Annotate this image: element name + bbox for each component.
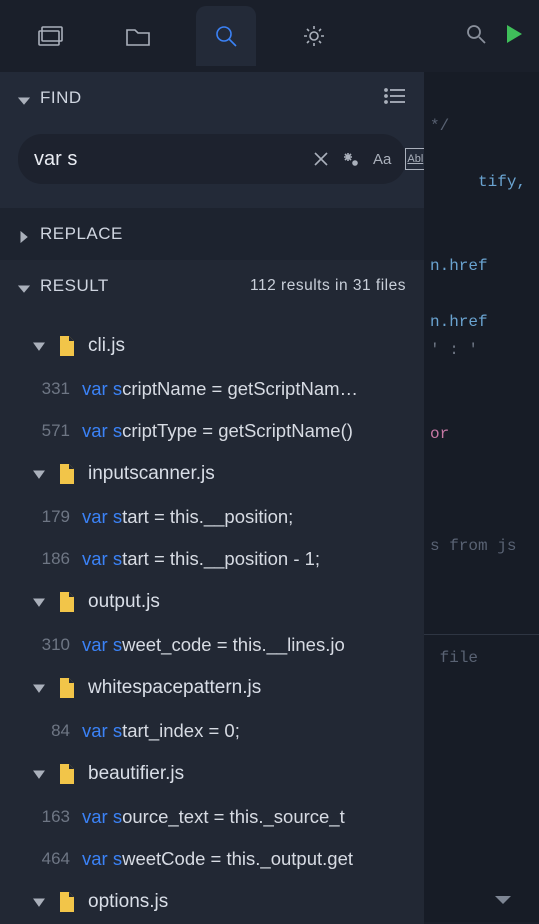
match-row[interactable]: 186 var start = this.__position - 1; [0,538,424,580]
line-number: 186 [32,549,70,569]
line-number: 179 [32,507,70,527]
match-row[interactable]: 84 var start_index = 0; [0,710,424,752]
match-code: var start_index = 0; [82,720,424,742]
editor-divider [424,634,539,635]
find-in-file-icon[interactable] [465,23,487,50]
match-code: var sweetCode = this._output.get [82,848,424,870]
line-number: 331 [32,379,70,399]
dropdown-icon[interactable] [495,896,511,904]
result-header[interactable]: RESULT 112 results in 31 files [0,260,424,312]
match-code: var scriptType = getScriptName() [82,420,424,442]
match-case-toggle[interactable]: Aa [373,148,391,170]
search-panel: FIND Aa Abl REPLACE RESULT 112 [0,72,424,924]
top-toolbar [0,0,539,72]
line-number: 163 [32,807,70,827]
file-name: inputscanner.js [88,463,215,485]
chevron-right-icon [18,228,30,240]
match-row[interactable]: 464 var sweetCode = this._output.get [0,838,424,880]
file-row[interactable]: whitespacepattern.js [0,666,424,710]
search-tab[interactable] [196,6,256,66]
match-row[interactable]: 179 var start = this.__position; [0,496,424,538]
files-tab[interactable] [108,6,168,66]
file-icon [58,891,76,913]
file-icon [58,763,76,785]
editor-right-icons [465,23,523,50]
match-code: var start = this.__position - 1; [82,548,424,570]
editor-background: */ tify, n.href n.href ' : ' or s from j… [424,72,539,922]
line-number: 84 [32,721,70,741]
file-row[interactable]: inputscanner.js [0,452,424,496]
find-header[interactable]: FIND [0,72,424,124]
file-name: whitespacepattern.js [88,677,261,699]
match-row[interactable]: 310 var sweet_code = this.__lines.jo [0,624,424,666]
match-row[interactable]: 331 var scriptName = getScriptNam… [0,368,424,410]
file-icon [58,335,76,357]
panels-tab[interactable] [20,6,80,66]
chevron-down-icon [32,681,46,695]
run-icon[interactable] [505,24,523,49]
find-input-row: Aa Abl [0,124,424,208]
chevron-down-icon [32,595,46,609]
wildcard-icon[interactable] [343,148,359,170]
find-input[interactable] [34,148,299,171]
clear-icon[interactable] [313,148,329,170]
match-row[interactable]: 163 var source_text = this._source_t [0,796,424,838]
chevron-down-icon [18,280,30,292]
list-icon[interactable] [384,87,406,109]
file-row[interactable]: cli.js [0,324,424,368]
match-code: var start = this.__position; [82,506,424,528]
file-icon [58,463,76,485]
file-icon [58,591,76,613]
line-number: 571 [32,421,70,441]
match-row[interactable]: 571 var scriptType = getScriptName() [0,410,424,452]
chevron-down-icon [32,767,46,781]
file-name: beautifier.js [88,763,184,785]
chevron-down-icon [32,467,46,481]
match-code: var scriptName = getScriptNam… [82,378,424,400]
match-code: var source_text = this._source_t [82,806,424,828]
file-name: options.js [88,891,168,913]
line-number: 310 [32,635,70,655]
chevron-down-icon [32,895,46,909]
file-row[interactable]: options.js [0,880,424,924]
result-label: RESULT [40,276,109,296]
replace-header[interactable]: REPLACE [0,208,424,260]
settings-tab[interactable] [284,6,344,66]
file-row[interactable]: output.js [0,580,424,624]
chevron-down-icon [32,339,46,353]
result-count: 112 results in 31 files [250,277,406,295]
results-list: cli.js 331 var scriptName = getScriptNam… 5… [0,312,424,924]
file-name: cli.js [88,335,125,357]
chevron-down-icon [18,92,30,104]
match-code: var sweet_code = this.__lines.jo [82,634,424,656]
replace-label: REPLACE [40,224,123,244]
find-label: FIND [40,88,82,108]
find-input-wrap: Aa Abl [18,134,406,184]
regex-toggle[interactable]: Abl [405,148,425,170]
line-number: 464 [32,849,70,869]
file-row[interactable]: beautifier.js [0,752,424,796]
file-icon [58,677,76,699]
file-name: output.js [88,591,160,613]
